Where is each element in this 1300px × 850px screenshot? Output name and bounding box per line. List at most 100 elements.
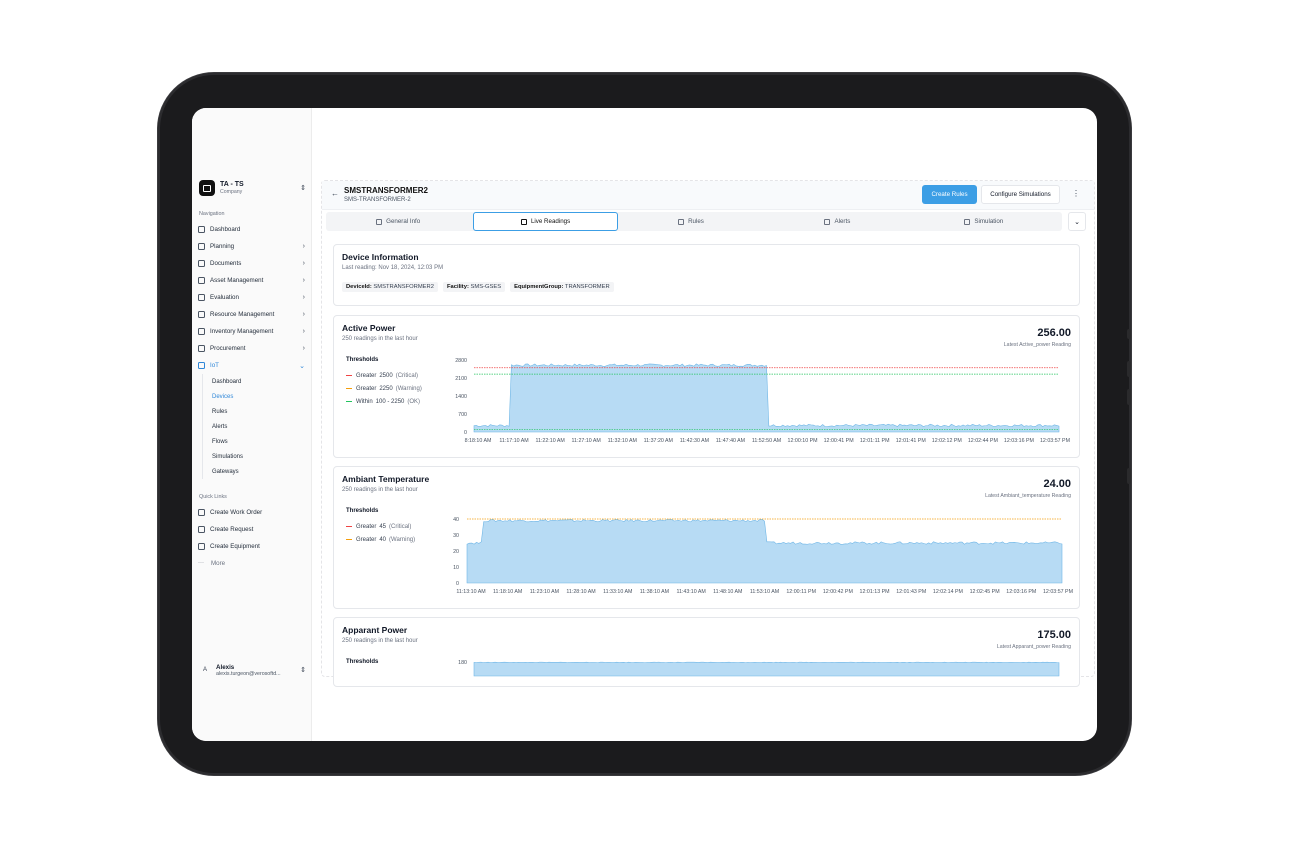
procurement-icon (198, 345, 205, 352)
quick-link-label: Create Work Order (210, 509, 263, 516)
y-tick-label: 1400 (455, 394, 467, 400)
threshold-value: 40 (379, 536, 387, 543)
threshold-label: (Critical) (389, 523, 412, 530)
iot-subitem-gateways[interactable]: Gateways (203, 464, 298, 479)
threshold-line-icon (346, 374, 352, 377)
create-request-icon (198, 526, 205, 533)
company-switcher[interactable]: TA - TS Company ⇕ (199, 179, 306, 197)
threshold-critical: Greater 45 (Critical) (346, 520, 415, 533)
chevron-down-icon[interactable]: ⌄ (1068, 212, 1086, 231)
x-tick-label: 11:27:10 AM (572, 438, 601, 444)
company-subtitle: Company (220, 188, 243, 195)
info-chip: Facility: SMS-GSES (442, 282, 506, 292)
quick-link-create-work-order[interactable]: Create Work Order (198, 504, 305, 521)
asset-icon (198, 277, 205, 284)
latest-reading-label: Latest Apparant_power Reading (996, 644, 1071, 650)
sidebar-item-label: Planning (210, 243, 235, 250)
x-tick-label: 11:38:10 AM (640, 589, 669, 595)
user-menu[interactable]: A Alexis alexis.turgeon@verosoftd... ⇕ (199, 660, 306, 680)
sidebar-item-planning[interactable]: Planning › (198, 238, 305, 255)
latest-reading-value: 256.00 (1037, 327, 1071, 339)
y-tick-label: 40 (453, 517, 459, 523)
sidebar-item-resource-management[interactable]: Resource Management › (198, 306, 305, 323)
y-tick-label: 10 (453, 565, 459, 571)
y-tick-label: 2800 (455, 358, 467, 364)
tab-rules[interactable]: Rules (619, 212, 763, 231)
quick-link-create-equipment[interactable]: Create Equipment (198, 538, 305, 555)
device-header: ← SMSTRANSFORMER2 SMS-TRANSFORMER-2 Crea… (322, 181, 1094, 210)
latest-reading-value: 175.00 (1037, 629, 1071, 641)
iot-subitem-dashboard[interactable]: Dashboard (203, 374, 298, 389)
sidebar-item-dashboard[interactable]: Dashboard (198, 221, 305, 238)
quick-link-more[interactable]: ··· More (198, 555, 305, 572)
sidebar-item-inventory-management[interactable]: Inventory Management › (198, 323, 305, 340)
info-chip: EquipmentGroup: TRANSFORMER (510, 282, 614, 292)
sidebar-item-label: Documents (210, 260, 242, 267)
threshold-op: Greater (356, 536, 377, 543)
iot-subitem-devices[interactable]: Devices (203, 389, 298, 404)
chart-icon (198, 243, 205, 250)
configure-simulations-button[interactable]: Configure Simulations (981, 185, 1060, 204)
quick-link-label: More (211, 560, 226, 567)
threshold-ok: Within 100 - 2250 (OK) (346, 395, 422, 408)
x-tick-label: 11:47:40 AM (716, 438, 745, 444)
x-tick-label: 11:17:10 AM (499, 438, 528, 444)
series-area (466, 519, 1063, 584)
chart-subtitle: 250 readings in the last hour (342, 638, 418, 644)
threshold-op: Greater (356, 385, 377, 392)
x-tick-label: 11:32:10 AM (608, 438, 637, 444)
latest-reading-label: Latest Ambiant_temperature Reading (985, 493, 1071, 499)
chart-subtitle: 250 readings in the last hour (342, 336, 418, 342)
more-vertical-icon[interactable]: ⋮ (1072, 189, 1080, 198)
sidebar-item-label: IoT (210, 362, 219, 369)
tab-label: Rules (688, 218, 704, 225)
iot-subitem-simulations[interactable]: Simulations (203, 449, 298, 464)
tab-general-info[interactable]: General Info (326, 212, 470, 231)
device-subtitle: SMS-TRANSFORMER-2 (344, 197, 411, 203)
back-arrow-icon[interactable]: ← (331, 189, 339, 198)
device-information-card: Device Information Last reading: Nov 18,… (333, 244, 1080, 306)
iot-icon (198, 362, 205, 369)
chart-ambiant-temperature: 0 10 20 30 40 11:13:10 AM 11:18:10 AM 11:23:10 … (453, 517, 1073, 595)
documents-icon (198, 260, 205, 267)
chevron-right-icon: › (302, 328, 305, 335)
sidebar-item-asset-management[interactable]: Asset Management › (198, 272, 305, 289)
avatar: A (202, 667, 207, 673)
tab-live-readings[interactable]: Live Readings (473, 212, 618, 231)
simulation-icon (964, 218, 971, 225)
sidebar-item-evaluation[interactable]: Evaluation › (198, 289, 305, 306)
company-logo-icon (199, 180, 215, 196)
dashboard-icon (198, 226, 205, 233)
threshold-value: 100 - 2250 (375, 398, 405, 405)
main-nav: Dashboard Planning › Documents › Asset Manage… (198, 221, 305, 374)
thresholds: Thresholds Greater 2500 (Critical) Greater 22… (346, 357, 422, 408)
chip-key: DeviceId: (346, 284, 372, 290)
chip-value: TRANSFORMER (564, 284, 610, 290)
iot-subitem-flows[interactable]: Flows (203, 434, 298, 449)
x-tick-label: 12:01:41 PM (896, 438, 926, 444)
general-info-icon (376, 218, 383, 225)
iot-subitem-rules[interactable]: Rules (203, 404, 298, 419)
sidebar-item-iot[interactable]: IoT ⌄ (198, 357, 305, 374)
sidebar-item-label: Asset Management (210, 277, 264, 284)
sidebar-item-procurement[interactable]: Procurement › (198, 340, 305, 357)
threshold-label: (Critical) (395, 372, 419, 379)
ambiant-temperature-card: 0 10 20 30 40 11:13:10 AM 11:18:10 AM 11:23:10 … (333, 466, 1080, 609)
chevrons-up-down-icon: ⇕ (300, 667, 306, 674)
inventory-icon (198, 328, 205, 335)
x-tick-label: 11:37:20 AM (644, 438, 673, 444)
chart-active-power: 0 700 1400 2100 2800 8:18:10 AM 11:17:10 AM 11:… (455, 358, 1070, 444)
apparant-power-card: 180 Apparant Power 250 readings in the las… (333, 617, 1080, 687)
x-tick-label: 12:01:13 PM (860, 589, 890, 595)
threshold-warning: Greater 40 (Warning) (346, 533, 415, 546)
iot-subitem-alerts[interactable]: Alerts (203, 419, 298, 434)
tab-simulation[interactable]: Simulation (912, 212, 1056, 231)
sidebar-item-documents[interactable]: Documents › (198, 255, 305, 272)
tablet-power-button (1127, 468, 1131, 484)
tab-alerts[interactable]: Alerts (765, 212, 909, 231)
threshold-critical: Greater 2500 (Critical) (346, 369, 422, 382)
resource-icon (198, 311, 205, 318)
quick-link-create-request[interactable]: Create Request (198, 521, 305, 538)
create-rules-button[interactable]: Create Rules (922, 185, 977, 204)
chevron-right-icon: › (302, 294, 305, 301)
